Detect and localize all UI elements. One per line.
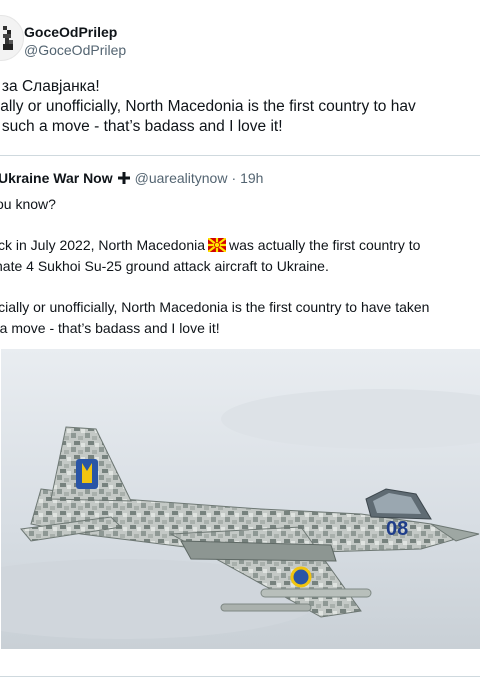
black-cross-icon [117,172,130,184]
tweet-line: n such a move - that’s badass and I love… [0,118,283,135]
quoted-tweet-text: you know? ck in July 2022, North Macedon… [0,194,430,339]
quoted-handle[interactable]: @uarealitynow [135,170,228,186]
author-avatar[interactable] [0,15,24,61]
quoted-line: icially or unofficially, North Macedonia… [0,299,430,315]
quoted-tweet-image[interactable]: 08 [1,349,480,649]
quoted-line: nate 4 Sukhoi Su-25 ground attack aircra… [0,258,329,274]
pixel-portrait-icon [3,26,13,50]
quoted-line-part: ck in July 2022, North Macedonia [0,237,205,253]
tweet-line: о за Славјанка! [0,78,100,95]
quoted-line: h a move - that’s badass and I love it! [0,320,220,336]
north-macedonia-flag-icon [208,238,226,252]
tweet-line: cially or unofficially, North Macedonia … [0,98,416,115]
tweet-text: о за Славјанка! cially or unofficially, … [0,77,480,137]
author-display-name[interactable]: GoceOdPrilep [24,24,117,40]
quoted-line: ck in July 2022, North Macedonia was act… [0,235,429,256]
quoted-line-part: was actually the first country to [229,237,421,253]
quoted-display-name[interactable]: Ukraine War Now [0,170,113,186]
quoted-timestamp[interactable]: 19h [240,170,263,186]
quoted-line: you know? [0,196,56,212]
meta-separator: · [231,170,237,186]
aircraft-tail-number: 08 [386,518,408,540]
author-handle[interactable]: @GoceOdPrilep [24,42,126,58]
su-25-aircraft-photo: 08 [1,349,480,649]
quoted-tweet-header: Ukraine War Now @uarealitynow · 19h [0,170,263,186]
quoted-tweet-card[interactable]: Ukraine War Now @uarealitynow · 19h you … [0,155,480,677]
